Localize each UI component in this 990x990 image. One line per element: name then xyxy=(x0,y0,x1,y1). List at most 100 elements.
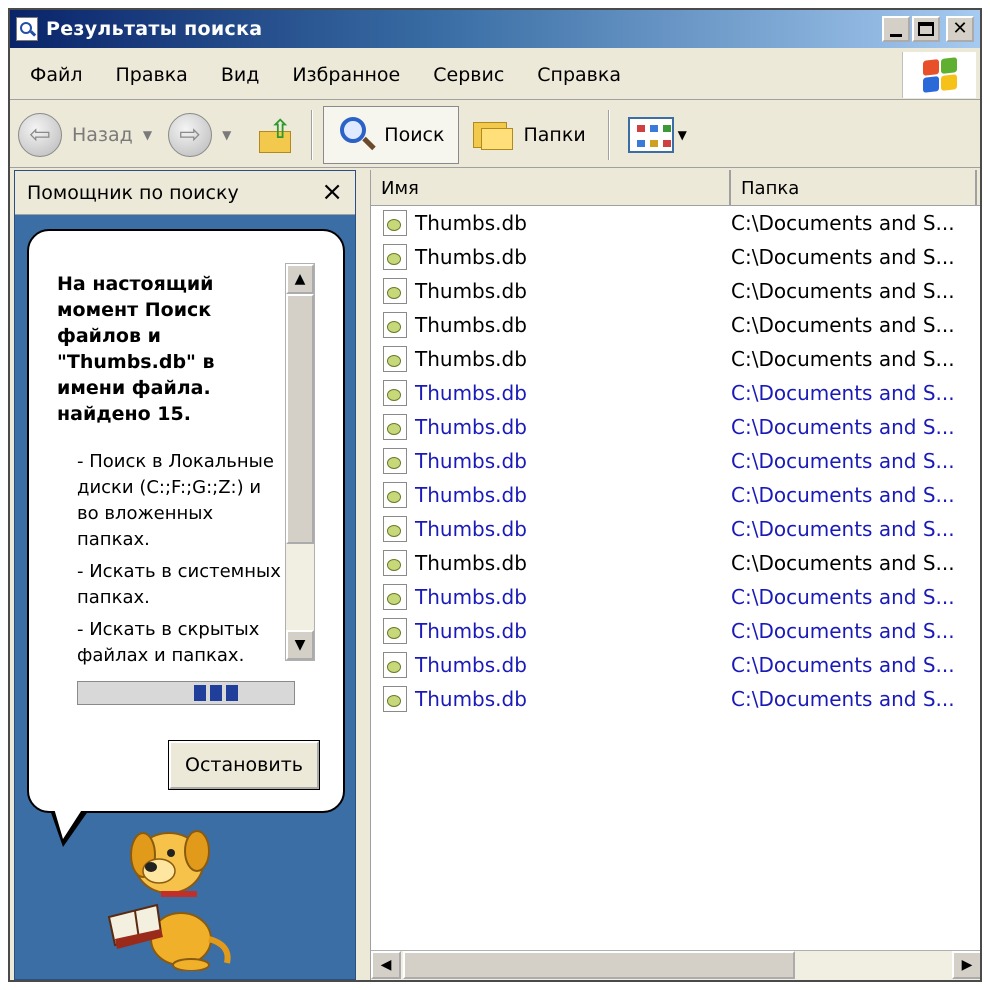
window-controls: ✕ xyxy=(882,16,974,42)
dog-assistant-icon[interactable] xyxy=(99,821,239,971)
table-row[interactable]: Thumbs.db C:\Documents and S... xyxy=(371,444,980,478)
menu-help[interactable]: Справка xyxy=(537,64,621,86)
toolbar: ⇦ Назад ▼ ⇨ ▼ ⇧ Поиск Папки ▼ xyxy=(10,102,980,168)
bubble-tail-fill xyxy=(53,805,85,839)
table-row[interactable]: Thumbs.db C:\Documents and S... xyxy=(371,308,980,342)
file-name: Thumbs.db xyxy=(415,347,527,371)
toolbar-separator-2 xyxy=(607,109,610,160)
thumbs-file-icon xyxy=(383,346,407,372)
windows-logo-icon xyxy=(902,52,976,98)
table-row[interactable]: Thumbs.db C:\Documents and S... xyxy=(371,512,980,546)
back-arrow-icon[interactable]: ⇦ xyxy=(18,112,62,157)
thumbs-file-icon xyxy=(383,584,407,610)
table-row[interactable]: Thumbs.db C:\Documents and S... xyxy=(371,376,980,410)
table-row[interactable]: Thumbs.db C:\Documents and S... xyxy=(371,478,980,512)
menu-file[interactable]: Файл xyxy=(30,64,83,86)
table-row[interactable]: Thumbs.db C:\Documents and S... xyxy=(371,274,980,308)
table-row[interactable]: Thumbs.db C:\Documents and S... xyxy=(371,206,980,240)
title-bar[interactable]: Результаты поиска ✕ xyxy=(10,10,980,48)
file-name: Thumbs.db xyxy=(415,211,527,235)
close-icon: ✕ xyxy=(952,18,968,39)
menu-bar: Файл Правка Вид Избранное Сервис Справка xyxy=(10,50,980,100)
thumbs-file-icon xyxy=(383,686,407,712)
file-folder: C:\Documents and S... xyxy=(731,415,955,439)
menu-tools[interactable]: Сервис xyxy=(433,64,504,86)
file-folder: C:\Documents and S... xyxy=(731,619,955,643)
maximize-button[interactable] xyxy=(912,16,940,42)
scroll-left-icon[interactable]: ◀ xyxy=(371,951,401,979)
table-row[interactable]: Thumbs.db C:\Documents and S... xyxy=(371,580,980,614)
column-header: Имя Папка xyxy=(371,170,980,206)
file-folder: C:\Documents and S... xyxy=(731,483,955,507)
file-folder: C:\Documents and S... xyxy=(731,381,955,405)
file-name: Thumbs.db xyxy=(415,245,527,269)
thumbs-file-icon xyxy=(383,312,407,338)
thumbs-file-icon xyxy=(383,550,407,576)
folder-up-icon[interactable]: ⇧ xyxy=(257,115,297,155)
back-label[interactable]: Назад xyxy=(72,124,133,146)
file-name: Thumbs.db xyxy=(415,619,527,643)
file-name: Thumbs.db xyxy=(415,483,527,507)
file-folder: C:\Documents and S... xyxy=(731,449,955,473)
magnifier-icon xyxy=(336,115,377,155)
back-dropdown-icon[interactable]: ▼ xyxy=(143,128,152,142)
scroll-right-icon[interactable]: ▶ xyxy=(952,951,980,979)
file-name: Thumbs.db xyxy=(415,381,527,405)
menu-view[interactable]: Вид xyxy=(221,64,260,86)
file-folder: C:\Documents and S... xyxy=(731,687,955,711)
file-name: Thumbs.db xyxy=(415,687,527,711)
scroll-down-icon[interactable]: ▼ xyxy=(286,630,314,660)
horizontal-scrollbar[interactable]: ◀ ▶ xyxy=(371,950,980,980)
horizontal-scrollbar-thumb[interactable] xyxy=(403,951,795,979)
column-name[interactable]: Имя xyxy=(371,170,731,206)
file-name: Thumbs.db xyxy=(415,313,527,337)
table-row[interactable]: Thumbs.db C:\Documents and S... xyxy=(371,410,980,444)
search-option-local-drives: - Поиск в Локальные диски (C:;F:;G:;Z:) … xyxy=(77,451,274,550)
close-button[interactable]: ✕ xyxy=(946,16,974,42)
thumbs-file-icon xyxy=(383,448,407,474)
folders-button[interactable]: Папки xyxy=(459,106,603,164)
table-row[interactable]: Thumbs.db C:\Documents and S... xyxy=(371,614,980,648)
search-icon xyxy=(16,17,38,41)
column-folder[interactable]: Папка xyxy=(731,170,977,206)
forward-arrow-icon[interactable]: ⇨ xyxy=(168,112,213,157)
file-name: Thumbs.db xyxy=(415,551,527,575)
file-name: Thumbs.db xyxy=(415,415,527,439)
thumbs-file-icon xyxy=(383,210,407,236)
search-button[interactable]: Поиск xyxy=(323,105,460,164)
progress-block xyxy=(210,685,222,701)
bubble-scrollbar[interactable]: ▲ ▼ xyxy=(285,263,315,661)
folders-button-label: Папки xyxy=(523,123,586,146)
progress-block xyxy=(226,685,238,701)
close-pane-icon[interactable]: × xyxy=(321,177,343,207)
search-option-system-folders: - Искать в системных папках. xyxy=(77,561,281,608)
forward-dropdown-icon[interactable]: ▼ xyxy=(222,128,231,142)
table-row[interactable]: Thumbs.db C:\Documents and S... xyxy=(371,682,980,716)
file-name: Thumbs.db xyxy=(415,279,527,303)
thumbs-file-icon xyxy=(383,482,407,508)
results-list: Имя Папка Thumbs.db C:\Documents and S...… xyxy=(370,170,980,980)
table-row[interactable]: Thumbs.db C:\Documents and S... xyxy=(371,240,980,274)
minimize-icon xyxy=(890,33,902,37)
thumbs-file-icon xyxy=(383,380,407,406)
file-folder: C:\Documents and S... xyxy=(731,245,955,269)
table-row[interactable]: Thumbs.db C:\Documents and S... xyxy=(371,342,980,376)
views-icon xyxy=(627,116,674,153)
maximize-icon xyxy=(918,22,934,36)
views-button[interactable]: ▼ xyxy=(627,116,703,153)
search-pane-title: Помощник по поиску xyxy=(27,181,239,204)
menu-favorites[interactable]: Избранное xyxy=(292,64,400,86)
thumbs-file-icon xyxy=(383,652,407,678)
minimize-button[interactable] xyxy=(882,16,910,42)
results-rows: Thumbs.db C:\Documents and S... Thumbs.db C… xyxy=(371,206,980,716)
scroll-up-icon[interactable]: ▲ xyxy=(286,264,314,294)
file-folder: C:\Documents and S... xyxy=(731,551,955,575)
thumbs-file-icon xyxy=(383,244,407,270)
views-dropdown-icon[interactable]: ▼ xyxy=(678,128,687,142)
menu-edit[interactable]: Правка xyxy=(116,64,188,86)
file-folder: C:\Documents and S... xyxy=(731,313,955,337)
table-row[interactable]: Thumbs.db C:\Documents and S... xyxy=(371,546,980,580)
scrollbar-thumb[interactable] xyxy=(286,294,314,544)
stop-button[interactable]: Остановить xyxy=(168,740,320,790)
table-row[interactable]: Thumbs.db C:\Documents and S... xyxy=(371,648,980,682)
